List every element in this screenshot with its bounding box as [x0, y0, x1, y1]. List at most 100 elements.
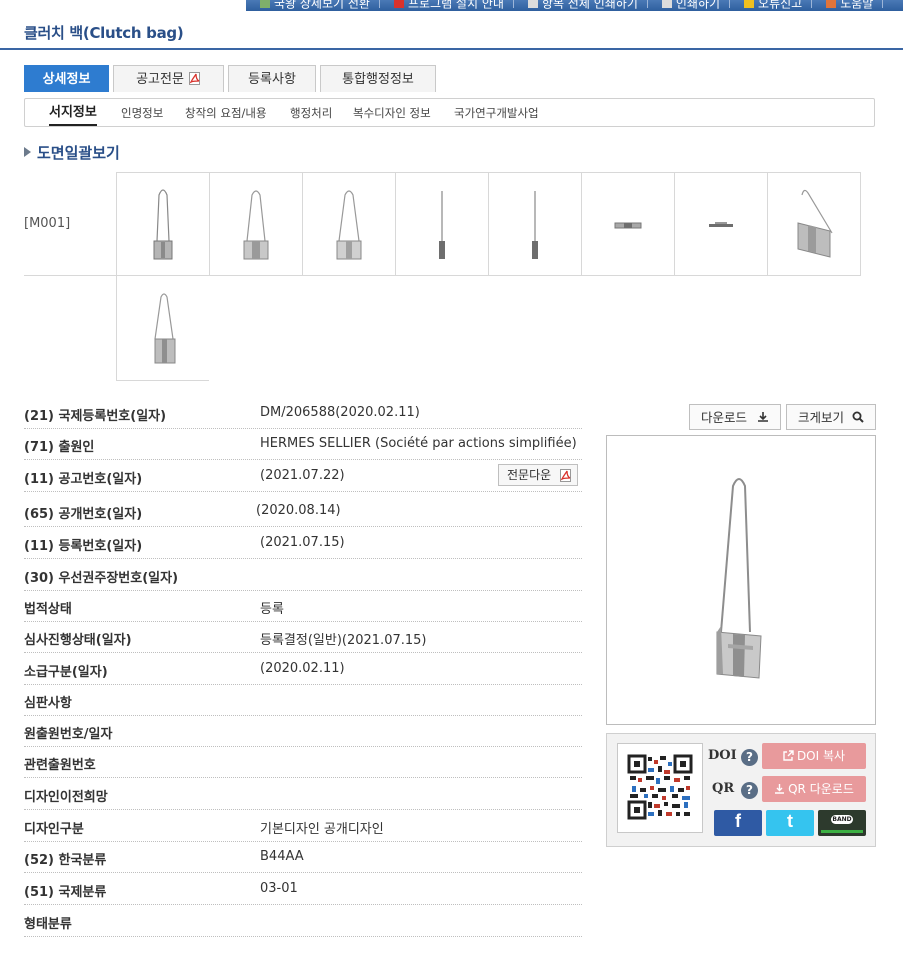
zoom-button[interactable]: 크게보기 [786, 404, 876, 430]
drawing-thumbnail-2[interactable] [210, 173, 302, 275]
doi-copy-button[interactable]: DOI 복사 [762, 743, 866, 769]
info-row-applicant: (71) 출원인 HERMES SELLIER (Société par acti… [24, 429, 582, 460]
subnav-admin-processing[interactable]: 행정처리 [290, 99, 332, 127]
grid-line [860, 172, 861, 276]
row-label: 관련출원번호 [24, 758, 96, 773]
fulltext-download-button[interactable]: 전문다운 [498, 464, 578, 486]
tab-integrated-admin[interactable]: 통합행정정보 [320, 65, 436, 92]
info-row-transfer-wish: 디자인이전희망 [24, 779, 582, 810]
subnav-bibliographic[interactable]: 서지정보 [49, 102, 97, 126]
drawing-thumbnail-1[interactable] [117, 173, 209, 275]
tab-label: 등록사항 [248, 72, 296, 87]
row-label: (30) 우선권주장번호(일자) [24, 571, 179, 586]
info-row-design-type: 디자인구분 기본디자인 공개디자인 [24, 811, 582, 842]
twitter-share-button[interactable]: t [766, 810, 814, 836]
print-icon [527, 0, 538, 8]
toolbar-item-error-report[interactable]: 오류신고 [730, 0, 813, 11]
row-value: 03-01 [260, 881, 298, 896]
pdf-icon [560, 469, 571, 482]
row-value: B44AA [260, 849, 304, 864]
drawing-thumbnail-5[interactable] [489, 173, 581, 275]
toolbar-label: 인쇄하기 [675, 0, 721, 11]
row-label: (71) 출원인 [24, 440, 95, 455]
tab-registration[interactable]: 등록사항 [228, 65, 316, 92]
drawing-set-label: [M001] [24, 216, 71, 231]
info-row-trial: 심판사항 [24, 685, 582, 716]
toolbar-item-country-view[interactable]: 국왕 상세보기 전환 [246, 0, 380, 11]
facebook-share-button[interactable]: f [714, 810, 762, 836]
download-icon [775, 784, 785, 794]
info-row-legal-status: 법적상태 등록 [24, 591, 582, 622]
download-button[interactable]: 다운로드 [689, 404, 781, 430]
grid-line [116, 380, 209, 381]
qr-code-image [617, 743, 703, 833]
drawing-thumbnail-3[interactable] [303, 173, 395, 275]
subnav-multiple-design[interactable]: 복수디자인 정보 [353, 99, 431, 127]
row-label: (51) 국제분류 [24, 885, 107, 900]
info-row-original-application: 원출원번호/일자 [24, 716, 582, 747]
qr-label: QR [712, 781, 735, 796]
map-icon [260, 0, 270, 8]
info-row-form-class: 형태분류 [24, 906, 582, 937]
toolbar-item-print-all[interactable]: 항목 전체 인쇄하기 [514, 0, 648, 10]
toolbar-item-program[interactable]: 프로그램 설치 안내 [380, 0, 514, 10]
download-label: 다운로드 [701, 410, 748, 425]
tab-label: 통합행정정보 [342, 72, 414, 87]
row-value: 기본디자인 공개디자인 [260, 822, 384, 837]
help-icon[interactable]: ? [741, 782, 758, 799]
top-toolbar: 국왕 상세보기 전환 프로그램 설치 안내 항목 전체 인쇄하기 인쇄하기 오류신고 도움… [246, 0, 903, 11]
row-label: 형태분류 [24, 917, 72, 932]
drawing-thumbnail-8[interactable] [768, 173, 860, 275]
qr-download-label: QR 다운로드 [788, 782, 854, 796]
pdf-icon [188, 72, 200, 85]
section-heading: 도면일괄보기 [24, 142, 120, 163]
row-label: 소급구분(일자) [24, 665, 108, 680]
row-label: (65) 공개번호(일자) [24, 507, 143, 522]
row-label: 심사진행상태(일자) [24, 633, 132, 648]
info-row-related-application: 관련출원번호 [24, 747, 582, 778]
toolbar-item-help[interactable]: 도움말 [812, 0, 884, 11]
warning-icon [744, 0, 755, 8]
row-label: (21) 국제등록번호(일자) [24, 409, 167, 424]
title-divider [0, 48, 903, 50]
drawing-thumbnail-4[interactable] [396, 173, 488, 275]
toolbar-item-print[interactable]: 인쇄하기 [648, 0, 731, 11]
info-row-retroactive: 소급구분(일자) (2020.02.11) [24, 654, 582, 685]
row-label: 심판사항 [24, 696, 72, 711]
drawing-thumbnail-7[interactable] [675, 173, 767, 275]
row-label: 법적상태 [24, 602, 72, 617]
triangle-bullet-icon [24, 147, 31, 157]
toolbar-label: 도움말 [840, 0, 874, 11]
info-row-registration-number: (11) 등록번호(일자) (2021.07.15) [24, 528, 582, 559]
toolbar-label: 오류신고 [758, 0, 803, 11]
row-value: 등록 [260, 602, 284, 617]
subnav-creation-point[interactable]: 창작의 요점/내용 [185, 99, 267, 127]
row-value: (2020.08.14) [256, 503, 341, 518]
facebook-icon: f [735, 811, 741, 831]
zoom-label: 크게보기 [798, 410, 845, 425]
external-link-icon [783, 750, 794, 761]
drawing-thumbnail-9[interactable] [117, 277, 209, 379]
row-label: (11) 공고번호(일자) [24, 472, 143, 487]
twitter-icon: t [787, 811, 793, 831]
doi-copy-label: DOI 복사 [796, 749, 846, 763]
help-icon[interactable]: ? [741, 749, 758, 766]
row-label: 디자인이전희망 [24, 790, 108, 805]
row-value: (2021.07.15) [260, 535, 345, 550]
toolbar-label: 국왕 상세보기 전환 [274, 0, 370, 11]
drawing-thumbnail-6[interactable] [582, 173, 674, 275]
band-share-button[interactable]: BAND [818, 810, 866, 836]
tab-label: 상세정보 [42, 72, 91, 87]
clutch-bag-image [716, 478, 762, 679]
subnav-persons[interactable]: 인명정보 [121, 99, 163, 127]
info-row-open-number: (65) 공개번호(일자) (2020.08.14) [24, 496, 582, 527]
row-value[interactable]: HERMES SELLIER (Société par actions simp… [260, 436, 577, 451]
qr-download-button[interactable]: QR 다운로드 [762, 776, 866, 802]
tab-detail[interactable]: 상세정보 [24, 65, 109, 92]
tab-publication-full[interactable]: 공고전문 [113, 65, 224, 92]
design-preview-image[interactable] [606, 435, 876, 725]
subnav-national-rnd[interactable]: 국가연구개발사업 [454, 99, 539, 127]
info-row-korean-class: (52) 한국분류 B44AA [24, 842, 582, 873]
tab-label: 공고전문 [136, 72, 184, 87]
row-value: 등록결정(일반)(2021.07.15) [260, 633, 427, 648]
